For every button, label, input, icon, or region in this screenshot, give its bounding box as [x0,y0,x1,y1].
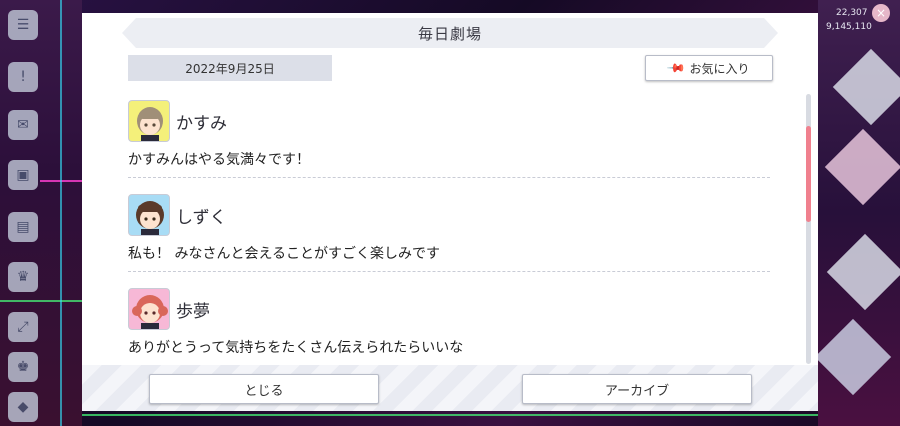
close-button[interactable]: とじる [149,374,379,404]
neon-line [60,0,62,426]
separator [128,177,770,178]
neon-line [0,300,82,302]
chat-icon[interactable]: ▤ [8,212,38,242]
dialogue-entry: 歩夢 ありがとうって気持ちをたくさん伝えられたらいいな [128,287,770,357]
avatar-ayumu [128,288,170,330]
item-icon[interactable]: ◆ [8,392,38,422]
neon-line [82,414,818,416]
avatar-kasumi [128,100,170,142]
present-icon[interactable]: ✉ [8,110,38,140]
trophy-icon[interactable]: ♛ [8,262,38,292]
favorite-button[interactable]: 📌 お気に入り [645,55,773,81]
dialogue-list[interactable]: かすみ かすみんはやる気満々です！ しずく 私も！ みなさんと会えることがすごく… [82,89,818,367]
hud-value-1: 22,307 [836,8,868,18]
right-menu-bar: 22,307 9,145,110 [814,0,900,426]
character-name: しずく [176,207,227,228]
dialog-title: 毎日劇場 [417,24,482,43]
menu-icon[interactable]: ☰ [8,10,38,40]
pin-icon: 📌 [665,57,687,79]
hud-value-2: 9,145,110 [826,22,872,32]
separator [128,271,770,272]
fullscreen-icon[interactable]: ⤢ [8,312,38,342]
gift-icon[interactable]: ▣ [8,160,38,190]
scrollbar-thumb[interactable] [806,126,811,222]
dialogue-line: 私も！ みなさんと会えることがすごく楽しみです [128,246,441,262]
dialogue-entry: しずく 私も！ みなさんと会えることがすごく楽しみです [128,193,770,272]
menu-tile[interactable] [826,233,900,311]
dialog-title-bar: 毎日劇場 [122,18,778,48]
menu-tile[interactable] [832,48,900,126]
access-icon[interactable]: ♚ [8,352,38,382]
avatar-shizuku [128,194,170,236]
close-icon[interactable]: × [872,4,890,22]
notice-icon[interactable]: ! [8,62,38,92]
scrollbar[interactable] [806,94,811,364]
character-name: かすみ [176,113,227,134]
dialog-footer: とじる アーカイブ [82,365,818,411]
character-name: 歩夢 [176,301,210,322]
date-label: 2022年9月25日 [128,55,332,81]
dialogue-line: かすみんはやる気満々です！ [128,152,310,168]
dialogue-entry: かすみ かすみんはやる気満々です！ [128,99,770,178]
favorite-label: お気に入り [689,61,750,76]
menu-tile[interactable] [824,128,900,206]
daily-theater-dialog: 毎日劇場 2022年9月25日 📌 お気に入り かすみ かすみんはやる気満々です… [82,13,818,411]
menu-tile[interactable] [814,318,892,396]
left-menu-bar: ☰ ! ✉ ▣ ▤ ♛ ⤢ ♚ ◆ [0,0,82,426]
archive-button[interactable]: アーカイブ [522,374,752,404]
dialogue-line: ありがとうって気持ちをたくさん伝えられたらいいな [128,340,464,356]
